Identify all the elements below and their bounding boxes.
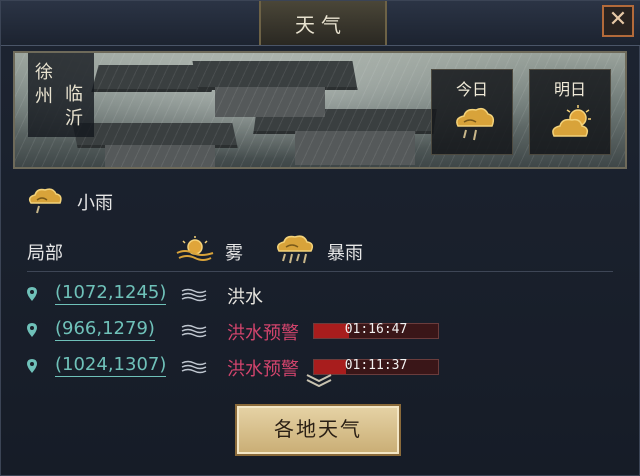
event-status-warning: 洪水预警 [227, 359, 299, 380]
countdown-timer: 01:16:47 [344, 322, 408, 337]
city-char: 徐 [35, 62, 53, 83]
chevron-down-icon[interactable] [305, 373, 333, 387]
local-label: 局部 [27, 243, 63, 264]
today-card[interactable]: 今日 [431, 69, 513, 155]
map-pin-icon [27, 359, 37, 373]
storm-cloud-icon [277, 235, 314, 264]
county-name: 临 沂 [64, 83, 84, 131]
location-box: 徐 州 临 沂 [28, 53, 94, 137]
today-label: 今日 [455, 80, 488, 99]
regional-weather-button[interactable]: 各地天气 [235, 404, 401, 456]
cloud-rain-icon [28, 188, 62, 214]
fog-sun-icon [176, 236, 214, 261]
sun-cloud-icon [552, 105, 591, 137]
storm-label: 暴雨 [327, 243, 363, 264]
event-status: 洪水 [227, 287, 263, 308]
city-char: 州 [35, 86, 53, 107]
map-pin-icon [27, 323, 37, 337]
divider [27, 271, 613, 272]
coordinate-link[interactable]: (1072,1245) [55, 282, 167, 305]
coordinate-link[interactable]: (966,1279) [55, 318, 155, 341]
water-wave-icon [181, 360, 207, 374]
water-wave-icon [181, 288, 207, 302]
weather-panel: 天气 ✕ 徐 州 临 沂 今日 明日 小雨 局部 雾 暴雨 (1072,1245… [0, 0, 640, 476]
window-title: 天气 [295, 13, 347, 37]
county-char: 沂 [65, 108, 83, 129]
fog-label: 雾 [225, 243, 243, 264]
city-name: 徐 州 [34, 61, 54, 109]
close-icon[interactable]: ✕ [609, 7, 627, 32]
tomorrow-card[interactable]: 明日 [529, 69, 611, 155]
close-button[interactable]: ✕ [602, 5, 634, 37]
cloud-rain-icon [456, 107, 495, 141]
countdown-bar: 01:16:47 [313, 322, 439, 339]
map-pin-icon [27, 287, 37, 301]
current-weather-label: 小雨 [77, 193, 113, 214]
tomorrow-label: 明日 [553, 80, 586, 99]
county-char: 临 [65, 84, 83, 105]
coordinate-link[interactable]: (1024,1307) [55, 354, 167, 377]
event-status-warning: 洪水预警 [227, 323, 299, 344]
water-wave-icon [181, 324, 207, 338]
countdown-timer: 01:11:37 [344, 358, 408, 373]
